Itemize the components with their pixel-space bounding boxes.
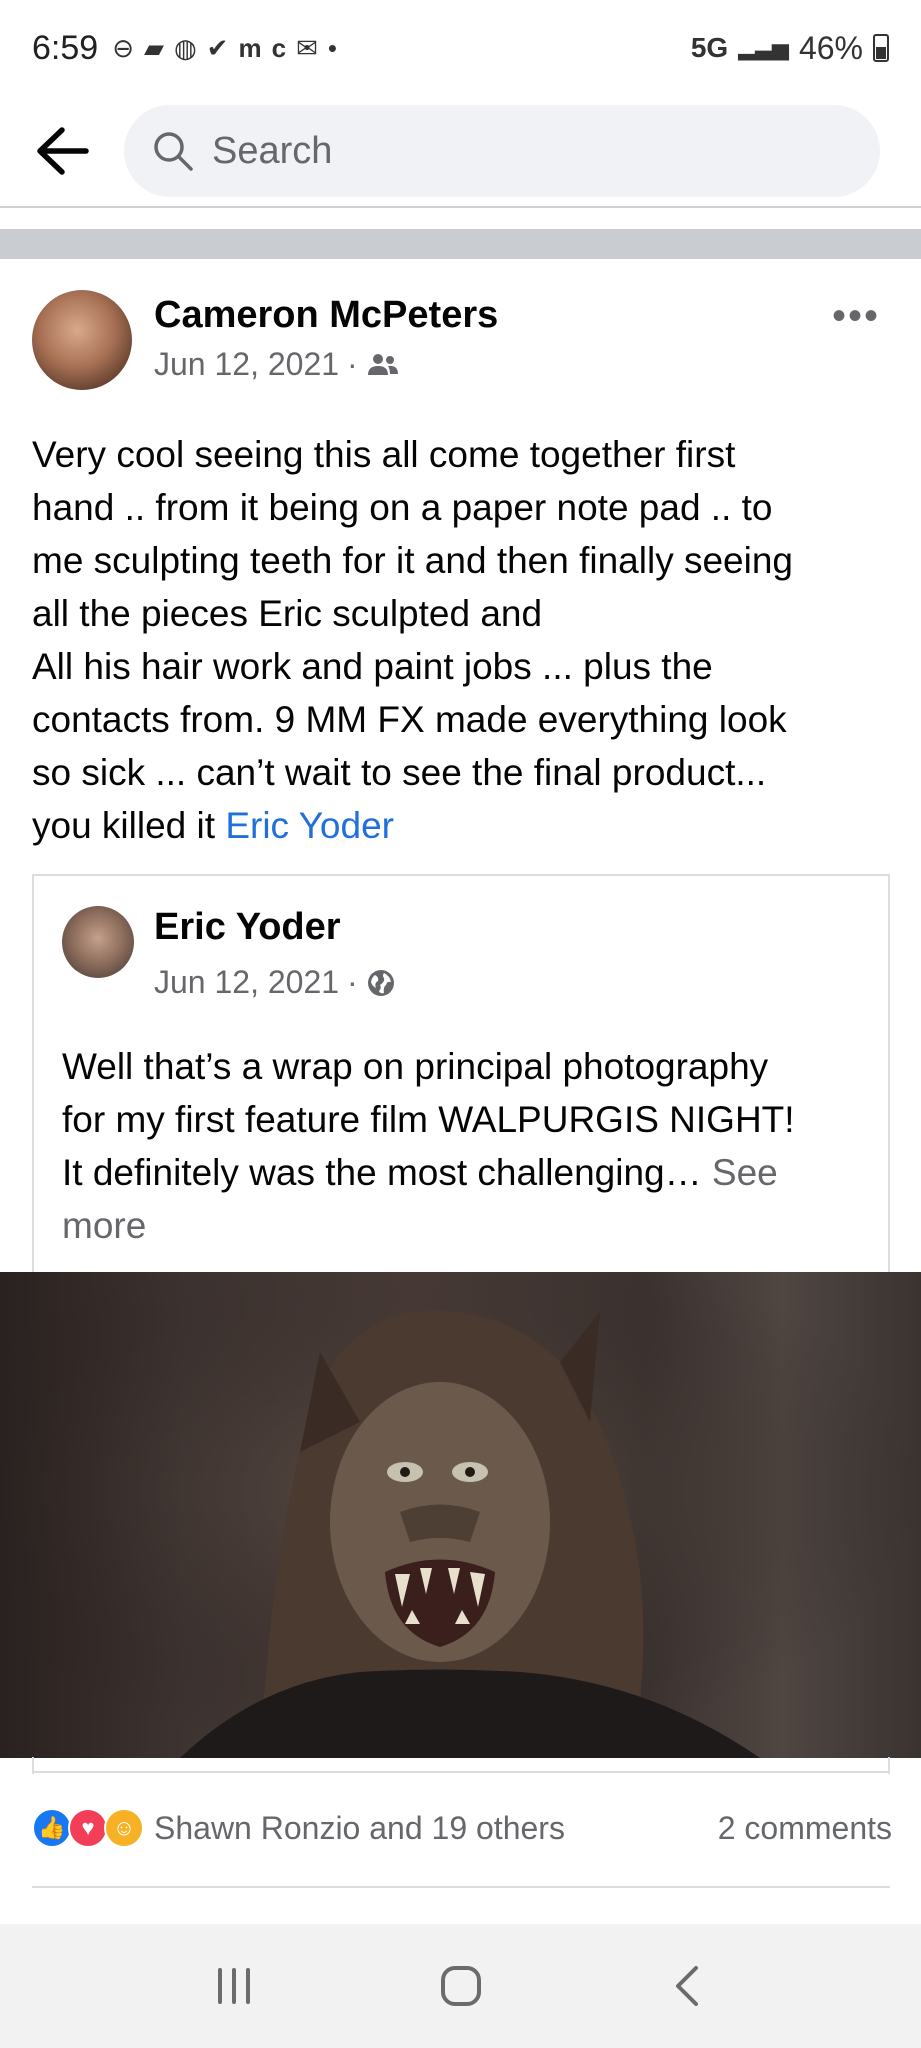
back-nav-button[interactable] xyxy=(638,1946,738,2026)
section-separator xyxy=(0,229,921,259)
reaction-summary[interactable]: Shawn Ronzio and 19 others xyxy=(154,1810,565,1847)
post-header: Cameron McPeters Jun 12, 2021 · ••• xyxy=(32,290,892,394)
shared-post-meta: Jun 12, 2021 · xyxy=(154,964,396,1001)
divider xyxy=(0,206,921,208)
avatar[interactable] xyxy=(32,290,132,390)
status-time: 6:59 xyxy=(32,28,99,67)
signal-icon: ▂▃▅ xyxy=(738,35,789,60)
search-input[interactable] xyxy=(212,129,812,173)
recents-icon xyxy=(217,1968,250,2004)
meta-separator: · xyxy=(347,964,358,1000)
divider xyxy=(32,1886,890,1888)
werewolf-photo xyxy=(0,1272,921,1758)
messenger-icon: ◍ xyxy=(173,33,197,63)
post-text-line: All his hair work and paint jobs ... plu… xyxy=(32,646,713,687)
shared-post-date[interactable]: Jun 12, 2021 xyxy=(154,964,339,1001)
search-box[interactable] xyxy=(124,105,880,197)
shared-text-line: Well that’s a wrap on principal photogra… xyxy=(62,1046,769,1087)
care-icon: ☺ xyxy=(104,1808,144,1848)
post-text-line: you killed it xyxy=(32,805,226,846)
arrow-left-icon xyxy=(37,127,89,175)
chevron-left-icon xyxy=(675,1966,698,2006)
chat-icon: ▰ xyxy=(143,33,164,63)
post-text-line: me sculpting teeth for it and then final… xyxy=(32,540,794,581)
gmail-icon: ✉ xyxy=(296,33,318,63)
c-app-icon: c xyxy=(271,33,287,63)
notification-icons: ⊖ ▰ ◍ ✔ m c ✉ • xyxy=(112,35,337,61)
shared-text-line-last: It definitely was the most challenging… … xyxy=(62,1146,872,1252)
comments-count[interactable]: 2 comments xyxy=(718,1810,892,1847)
more-options-button[interactable]: ••• xyxy=(832,296,880,336)
shared-author-name[interactable]: Eric Yoder xyxy=(154,906,341,949)
post-date[interactable]: Jun 12, 2021 xyxy=(154,346,339,383)
back-button[interactable] xyxy=(0,96,124,206)
post-text-line: contacts from. 9 MM FX made everything l… xyxy=(32,699,787,740)
shared-avatar[interactable] xyxy=(62,906,134,978)
mention-link[interactable]: Eric Yoder xyxy=(225,805,394,846)
shared-text-line: for my first feature film WALPURGIS NIGH… xyxy=(62,1099,795,1140)
friends-icon xyxy=(367,353,398,375)
post-text-line: so sick ... can’t wait to see the final … xyxy=(32,752,767,793)
dot-icon: • xyxy=(327,33,337,63)
like-icon: 👍 xyxy=(32,1808,72,1848)
post-photo[interactable] xyxy=(0,1272,921,1758)
recents-button[interactable] xyxy=(184,1946,284,2026)
shared-post-body: Well that’s a wrap on principal photogra… xyxy=(62,1040,872,1252)
meta-separator: · xyxy=(347,346,358,382)
shared-text-line: It definitely was the most challenging… xyxy=(62,1152,712,1193)
dnd-icon: ⊖ xyxy=(112,33,134,63)
globe-icon xyxy=(367,969,394,996)
post-meta: Jun 12, 2021 · xyxy=(154,346,400,383)
shared-card-footer xyxy=(32,1757,890,1773)
system-nav-bar xyxy=(0,1924,921,2048)
reaction-icons[interactable]: 👍 ♥ ☺ xyxy=(32,1808,144,1848)
m-app-icon: m xyxy=(238,33,262,63)
search-icon xyxy=(154,132,193,171)
post-text-line: Very cool seeing this all come together … xyxy=(32,434,736,475)
network-label: 5G xyxy=(690,32,729,63)
home-icon xyxy=(440,1966,481,2006)
home-button[interactable] xyxy=(411,1946,511,2026)
battery-label: 46% xyxy=(798,29,863,66)
post-text-line: all the pieces Eric sculpted and xyxy=(32,593,543,634)
post-author-name[interactable]: Cameron McPeters xyxy=(154,294,498,337)
love-icon: ♥ xyxy=(68,1808,108,1848)
reactions-row: 👍 ♥ ☺ Shawn Ronzio and 19 others 2 comme… xyxy=(32,1800,892,1856)
post-text-line: hand .. from it being on a paper note pa… xyxy=(32,487,773,528)
status-right: 5G ▂▃▅ 46% xyxy=(691,30,889,67)
battery-icon xyxy=(873,34,889,62)
app-bar xyxy=(0,96,921,206)
post-text-line-last: you killed it Eric Yoder xyxy=(32,799,894,852)
check-icon: ✔ xyxy=(206,33,229,63)
status-bar: 6:59 ⊖ ▰ ◍ ✔ m c ✉ • 5G ▂▃▅ 46% xyxy=(0,0,921,96)
post-body: Very cool seeing this all come together … xyxy=(32,428,894,852)
